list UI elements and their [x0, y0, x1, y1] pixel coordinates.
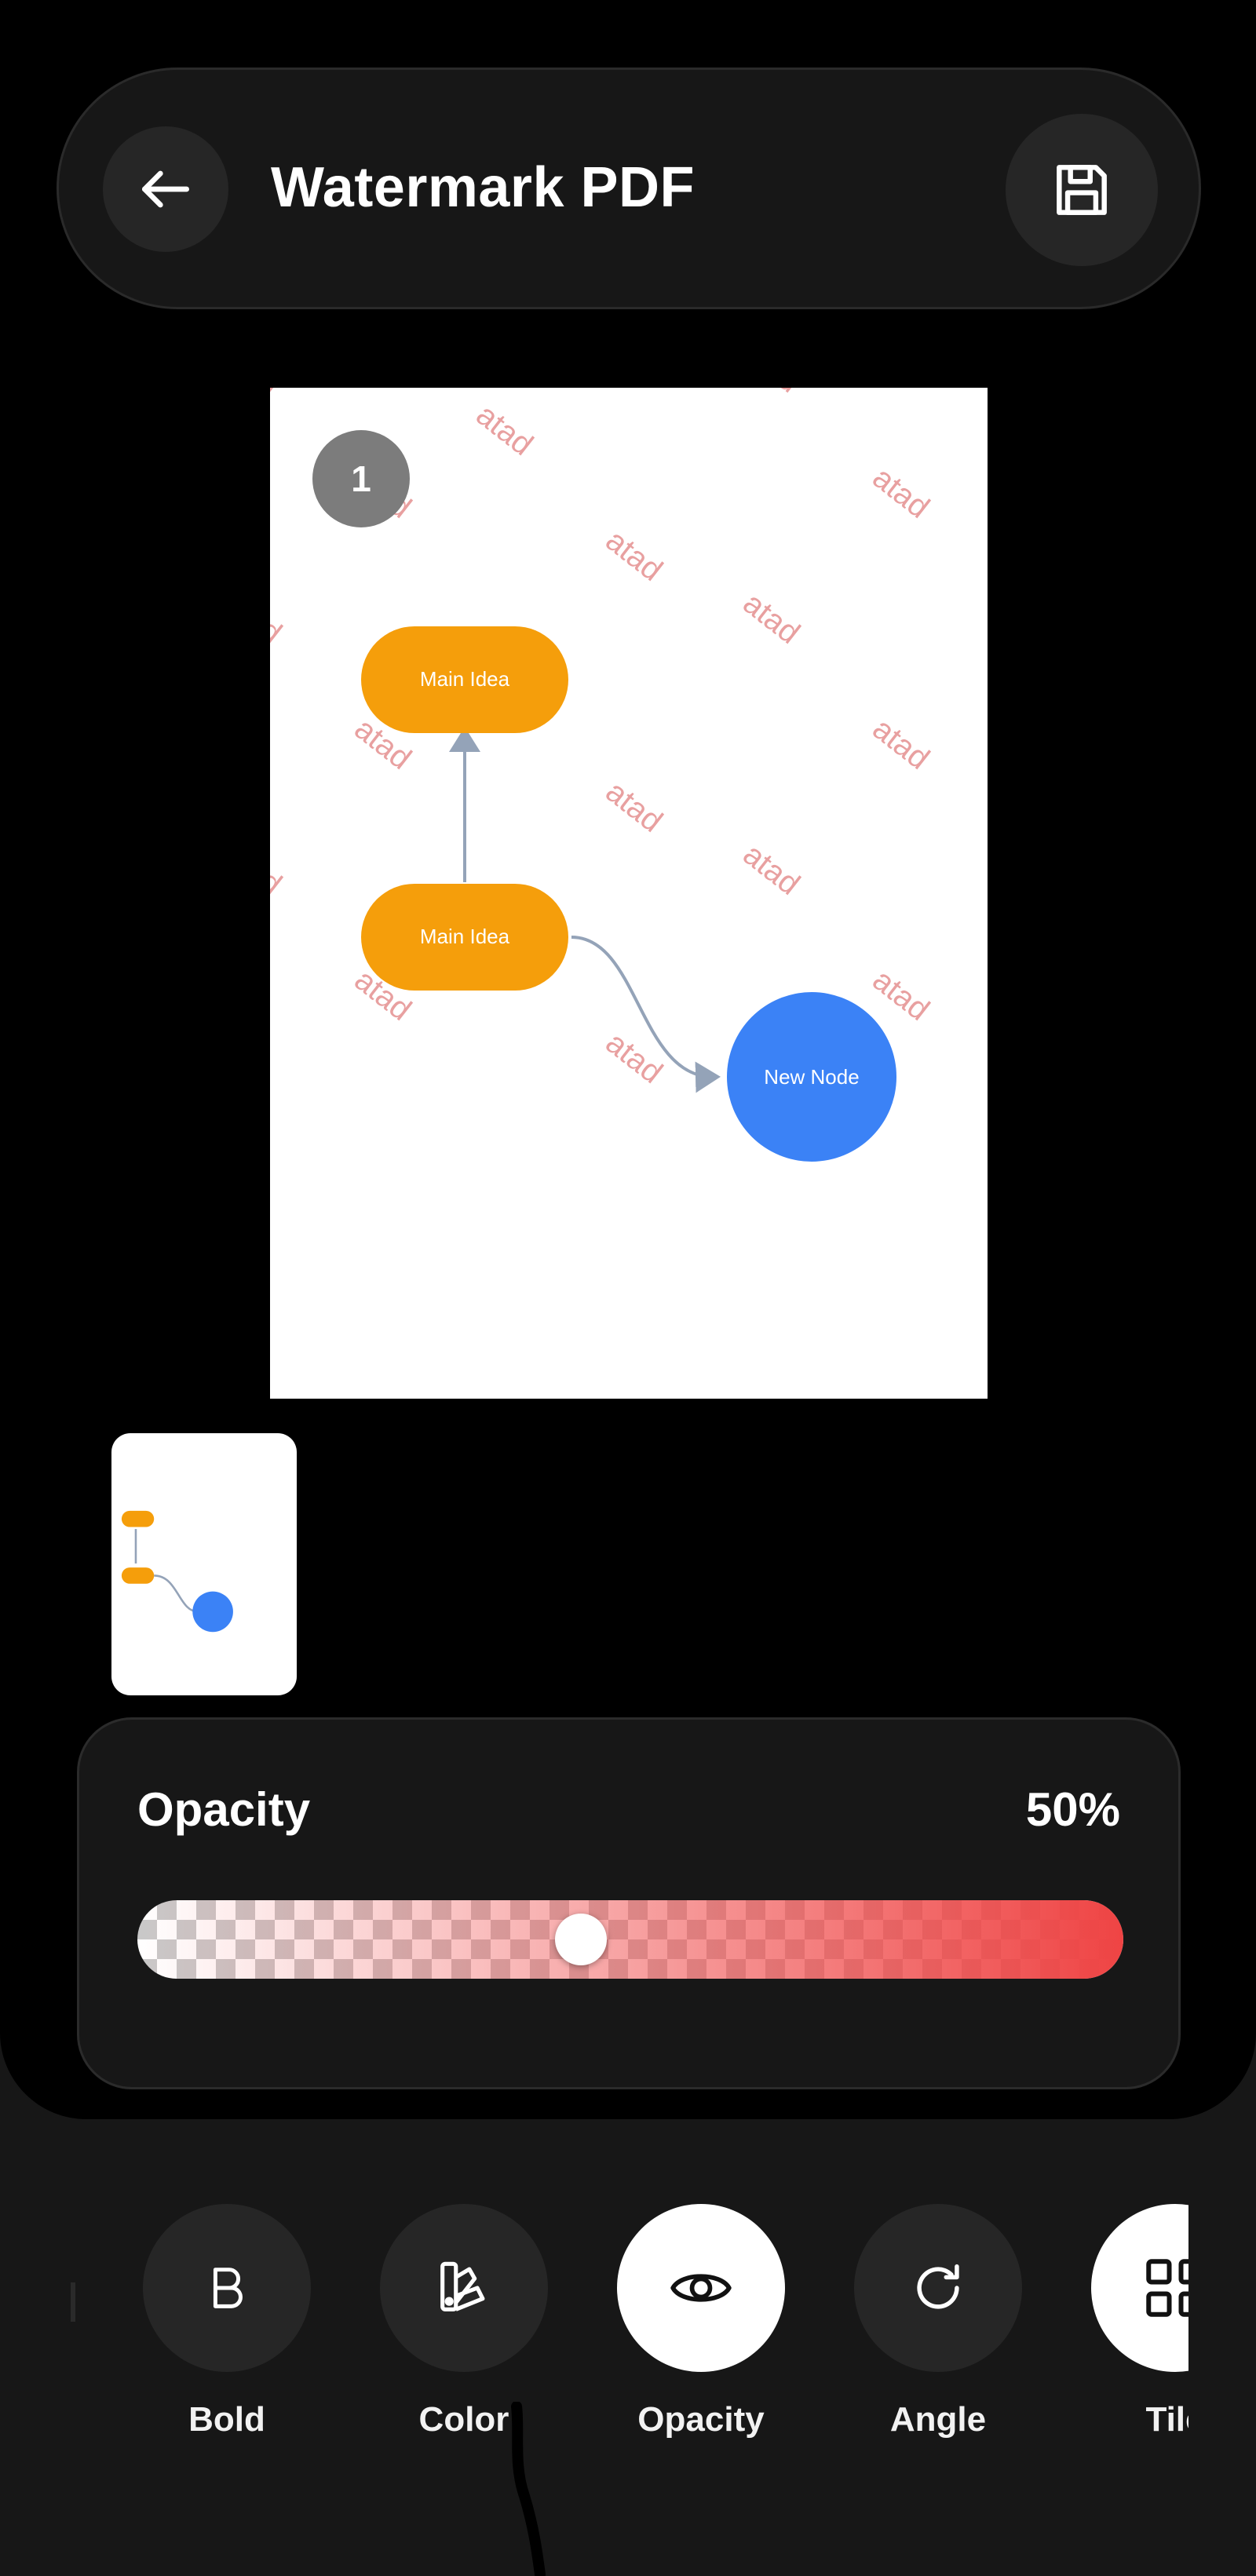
tool-bold[interactable]: Bold — [143, 2204, 311, 2439]
bold-button[interactable] — [143, 2204, 311, 2372]
tool-strip: Bold Color Opacity Angle Til — [71, 2119, 1188, 2576]
tool-label-angle: Angle — [889, 2400, 987, 2439]
pdf-page-preview: atad atad atad atad atad atad atad atad atad atad… — [270, 388, 988, 1399]
app-header: Watermark PDF — [57, 68, 1201, 309]
node-label-top: Main Idea — [420, 667, 510, 691]
grid-icon — [1146, 2259, 1188, 2317]
back-button[interactable] — [103, 126, 228, 252]
tool-tile[interactable]: Tile — [1091, 2204, 1188, 2439]
node-label-new: New Node — [764, 1065, 859, 1089]
rotate-icon — [917, 2264, 959, 2309]
save-button[interactable] — [1006, 114, 1158, 266]
opacity-slider[interactable] — [137, 1900, 1123, 1979]
tool-label-opacity: Opacity — [637, 2400, 765, 2439]
page-thumbnail[interactable] — [111, 1433, 297, 1695]
angle-button[interactable] — [854, 2204, 1022, 2372]
tool-angle[interactable]: Angle — [854, 2204, 1022, 2439]
page-title: Watermark PDF — [271, 156, 695, 219]
tool-label-bold: Bold — [188, 2400, 265, 2439]
opacity-button[interactable] — [617, 2204, 785, 2372]
color-button[interactable] — [380, 2204, 548, 2372]
bold-icon — [213, 2268, 243, 2308]
opacity-slider-thumb[interactable] — [555, 1914, 608, 1965]
opacity-label: Opacity — [137, 1783, 311, 1836]
save-icon — [1057, 165, 1107, 215]
opacity-value: 50% — [1025, 1783, 1120, 1836]
opacity-panel: Opacity 50% — [77, 1717, 1181, 2089]
page-number-badge: 1 — [312, 430, 410, 527]
tile-button[interactable] — [1091, 2204, 1188, 2372]
diagram-layer: Main Idea Main Idea New Node — [361, 626, 896, 1162]
eye-icon — [670, 2274, 732, 2302]
tool-opacity[interactable]: Opacity — [617, 2204, 785, 2439]
node-label-middle: Main Idea — [420, 925, 510, 948]
scribble-mark — [511, 2402, 546, 2576]
opacity-gradient — [137, 1900, 1123, 1979]
thumbnail-image — [121, 1510, 233, 1633]
arrow-left-icon — [142, 170, 190, 208]
color-palette-icon — [440, 2261, 485, 2311]
tool-label-tile: Tile — [1145, 2400, 1188, 2439]
connector-curve — [571, 936, 721, 1093]
